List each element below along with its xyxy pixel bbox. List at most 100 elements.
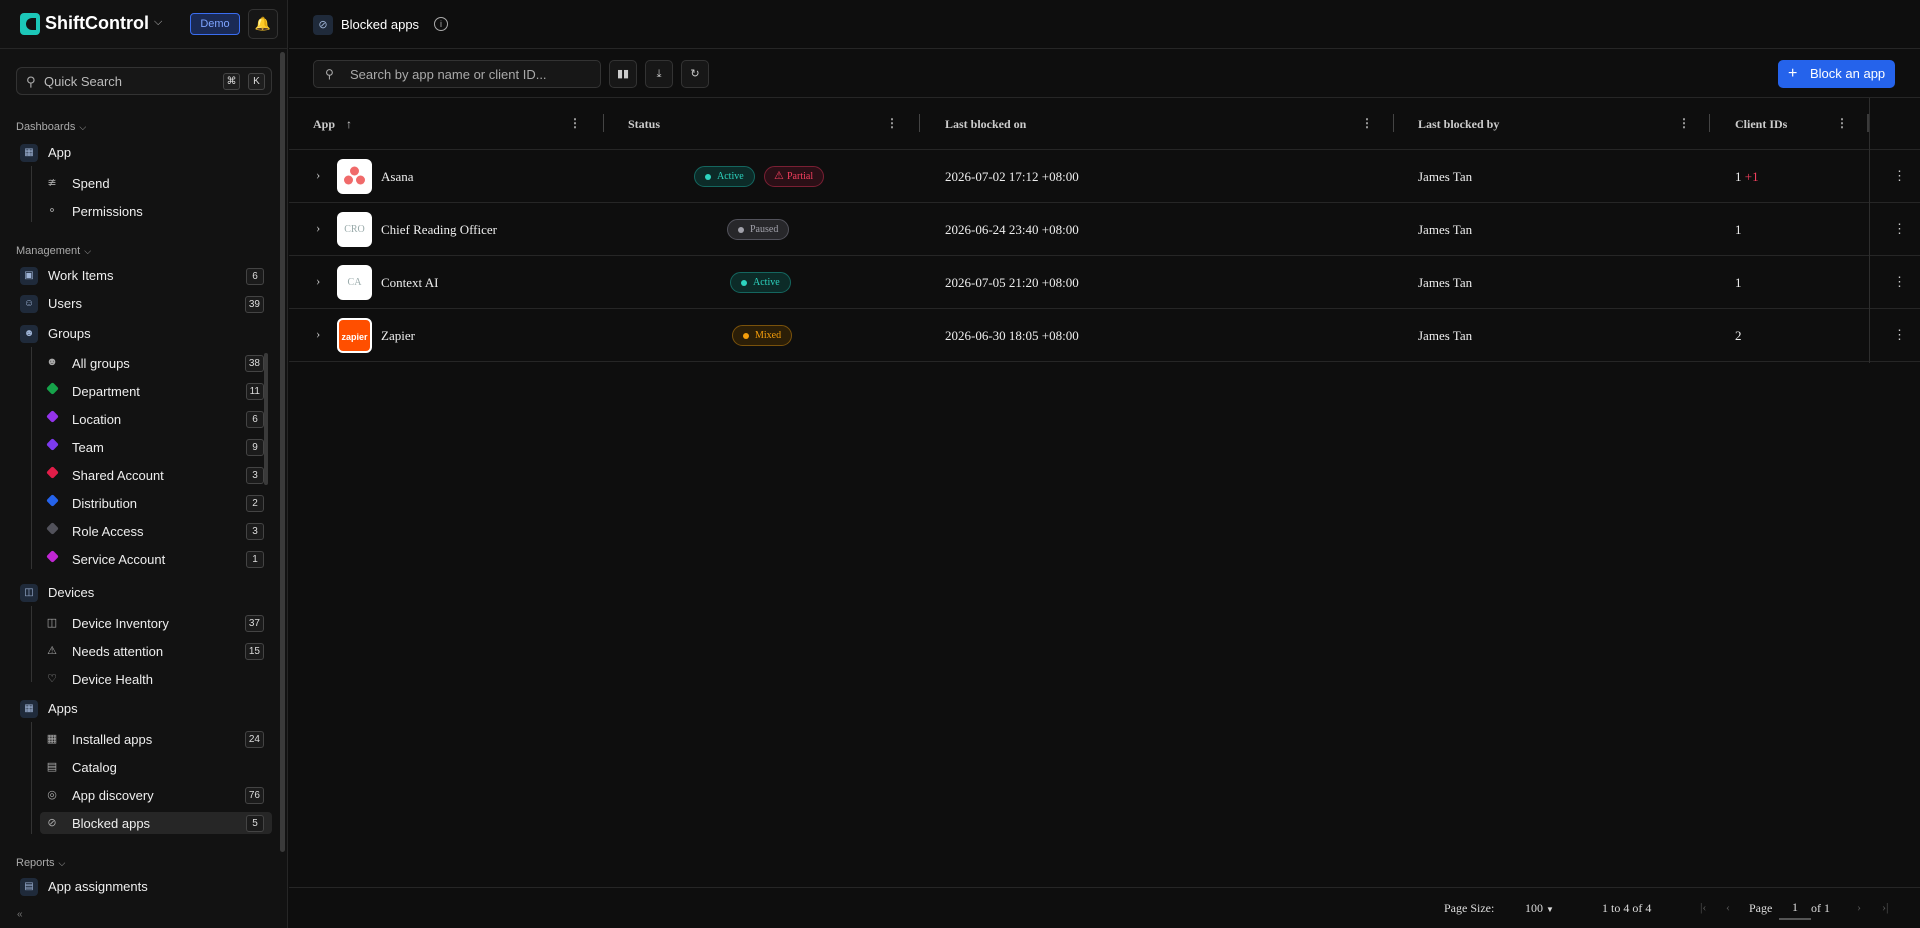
columns-button[interactable]: ▮▮ [609, 60, 637, 88]
page-title: Blocked apps [341, 17, 420, 32]
sidebar-scrollbar-thumb[interactable] [280, 52, 285, 852]
app-search[interactable]: ⚲ [313, 60, 601, 88]
count-badge: 1 [246, 551, 264, 568]
last-blocked-on: 2026-06-24 23:40 +08:00 [945, 222, 1079, 237]
first-page-icon[interactable]: |‹ [1700, 900, 1706, 915]
column-resizer[interactable] [1709, 114, 1710, 132]
section-reports[interactable]: Reports ⌵ [16, 857, 65, 869]
block-an-app-button[interactable]: + Block an app [1778, 60, 1895, 88]
download-button[interactable]: ⤓ [645, 60, 673, 88]
sidebar-item-team[interactable]: Team 9 [40, 436, 272, 458]
sidebar-item-catalog[interactable]: ▤ Catalog [40, 756, 272, 778]
column-menu-icon[interactable]: ⋮ [1836, 116, 1848, 131]
sidebar-item-service-account[interactable]: Service Account 1 [40, 548, 272, 570]
sidebar-item-groups[interactable]: ☻ Groups [20, 323, 272, 345]
lock-icon: ⚬ [47, 205, 57, 217]
sidebar-item-work-items[interactable]: ▣ Work Items 6 [20, 265, 272, 287]
column-menu-icon[interactable]: ⋮ [1361, 116, 1373, 131]
column-resizer[interactable] [1393, 114, 1394, 132]
sidebar-item-location[interactable]: Location 6 [40, 408, 272, 430]
refresh-button[interactable]: ↻ [681, 60, 709, 88]
chevron-down-icon: ⌵ [79, 122, 87, 132]
table-row[interactable]: › CA Context AI Active 2026-07-05 21:20 … [289, 256, 1920, 309]
info-icon[interactable]: i [434, 17, 448, 31]
row-menu-icon[interactable]: ⋮ [1893, 274, 1906, 290]
col-header-app[interactable]: App ↑ [313, 117, 352, 132]
table-row[interactable]: › zapier Zapier Mixed 2026-06-30 18:05 +… [289, 309, 1920, 362]
chevron-right-icon[interactable]: › [316, 220, 320, 236]
table-row[interactable]: › Asana Active ⚠ Partial 2026-07-02 17:12… [289, 150, 1920, 203]
sidebar-item-label: Users [48, 296, 82, 311]
sidebar-item-label: Device Health [72, 672, 153, 687]
chevron-right-icon[interactable]: › [316, 326, 320, 342]
sidebar-item-users[interactable]: ☺ Users 39 [20, 293, 272, 315]
sidebar-item-label: Work Items [48, 268, 114, 283]
sidebar-item-app[interactable]: ▦ App [20, 142, 272, 164]
status-badge-label: Paused [750, 224, 779, 235]
section-management[interactable]: Management ⌵ [16, 245, 91, 257]
sidebar-item-role-access[interactable]: Role Access 3 [40, 520, 272, 542]
sidebar-item-device-health[interactable]: ♡ Device Health [40, 668, 272, 690]
sidebar-item-label: Apps [48, 701, 78, 716]
col-header-last-blocked-by[interactable]: Last blocked by [1418, 117, 1499, 132]
grid-icon: ▦ [46, 733, 58, 745]
count-badge: 39 [244, 296, 264, 313]
page-number-input[interactable]: 1 [1779, 894, 1811, 920]
col-header-client-ids[interactable]: Client IDs [1735, 117, 1787, 132]
table-row[interactable]: › CRO Chief Reading Officer Paused 2026-… [289, 203, 1920, 256]
status-badge-active: Active [694, 166, 755, 187]
collapse-sidebar-icon[interactable]: « [17, 909, 23, 920]
chevron-right-icon[interactable]: › [316, 167, 320, 183]
row-menu-icon[interactable]: ⋮ [1893, 327, 1906, 343]
sidebar-item-shared-account[interactable]: Shared Account 3 [40, 464, 272, 486]
column-resizer[interactable] [919, 114, 920, 132]
tag-icon [45, 494, 59, 508]
last-page-icon[interactable]: ›| [1882, 900, 1888, 915]
sidebar-item-devices[interactable]: ◫ Devices [20, 582, 272, 604]
sidebar-item-needs-attention[interactable]: ⚠ Needs attention 15 [40, 640, 272, 662]
row-menu-icon[interactable]: ⋮ [1893, 168, 1906, 184]
caret-down-icon: ▼ [1546, 905, 1554, 914]
sidebar-scrollbar[interactable] [280, 52, 285, 852]
tree-line [31, 166, 32, 222]
brand-name[interactable]: ShiftControl [45, 13, 149, 34]
column-menu-icon[interactable]: ⋮ [886, 116, 898, 131]
sidebar-item-apps[interactable]: ▦ Apps [20, 698, 272, 720]
next-page-icon[interactable]: › [1857, 900, 1861, 915]
chevron-right-icon[interactable]: › [316, 273, 320, 289]
sidebar-item-device-inventory[interactable]: ◫ Device Inventory 37 [40, 612, 272, 634]
sidebar-item-distribution[interactable]: Distribution 2 [40, 492, 272, 514]
sidebar-item-installed-apps[interactable]: ▦ Installed apps 24 [40, 728, 272, 750]
row-menu-icon[interactable]: ⋮ [1893, 221, 1906, 237]
sidebar-item-spend[interactable]: ≇ Spend [40, 172, 272, 194]
column-menu-icon[interactable]: ⋮ [1678, 116, 1690, 131]
column-resizer[interactable] [603, 114, 604, 132]
count-badge: 37 [244, 615, 264, 632]
notifications-button[interactable]: 🔔 [248, 9, 278, 39]
section-dashboards[interactable]: Dashboards ⌵ [16, 121, 86, 133]
prev-page-icon[interactable]: ‹ [1726, 900, 1730, 915]
sidebar-item-label: All groups [72, 356, 130, 371]
page-size-select[interactable]: 100 ▼ [1525, 901, 1554, 916]
chevron-down-icon[interactable]: ⌵ [154, 16, 162, 29]
sidebar-item-permissions[interactable]: ⚬ Permissions [40, 200, 272, 222]
tag-icon [45, 466, 59, 480]
sidebar-item-app-assignments[interactable]: ▤ App assignments [20, 876, 272, 898]
app-search-input[interactable] [350, 67, 590, 82]
column-menu-icon[interactable]: ⋮ [569, 116, 581, 131]
sidebar-item-label: App discovery [72, 788, 154, 803]
sidebar-item-label: Needs attention [72, 644, 164, 659]
shiftcontrol-logo[interactable] [20, 13, 40, 35]
sidebar-item-label: Department [72, 384, 140, 399]
sidebar-item-all-groups[interactable]: ☻ All groups 38 [40, 352, 272, 374]
client-ids-more[interactable]: +1 [1745, 169, 1759, 184]
groups-scrollbar[interactable] [264, 353, 268, 485]
env-badge[interactable]: Demo [190, 13, 240, 35]
sidebar-item-blocked-apps[interactable]: ⊘ Blocked apps 5 [40, 812, 272, 834]
sidebar-item-department[interactable]: Department 11 [40, 380, 272, 402]
col-header-last-blocked-on[interactable]: Last blocked on [945, 117, 1026, 132]
col-header-status[interactable]: Status [628, 117, 660, 132]
sidebar-item-app-discovery[interactable]: ◎ App discovery 76 [40, 784, 272, 806]
search-icon: ⚲ [26, 74, 36, 89]
quick-search[interactable]: ⚲ Quick Search ⌘ K [16, 67, 272, 95]
